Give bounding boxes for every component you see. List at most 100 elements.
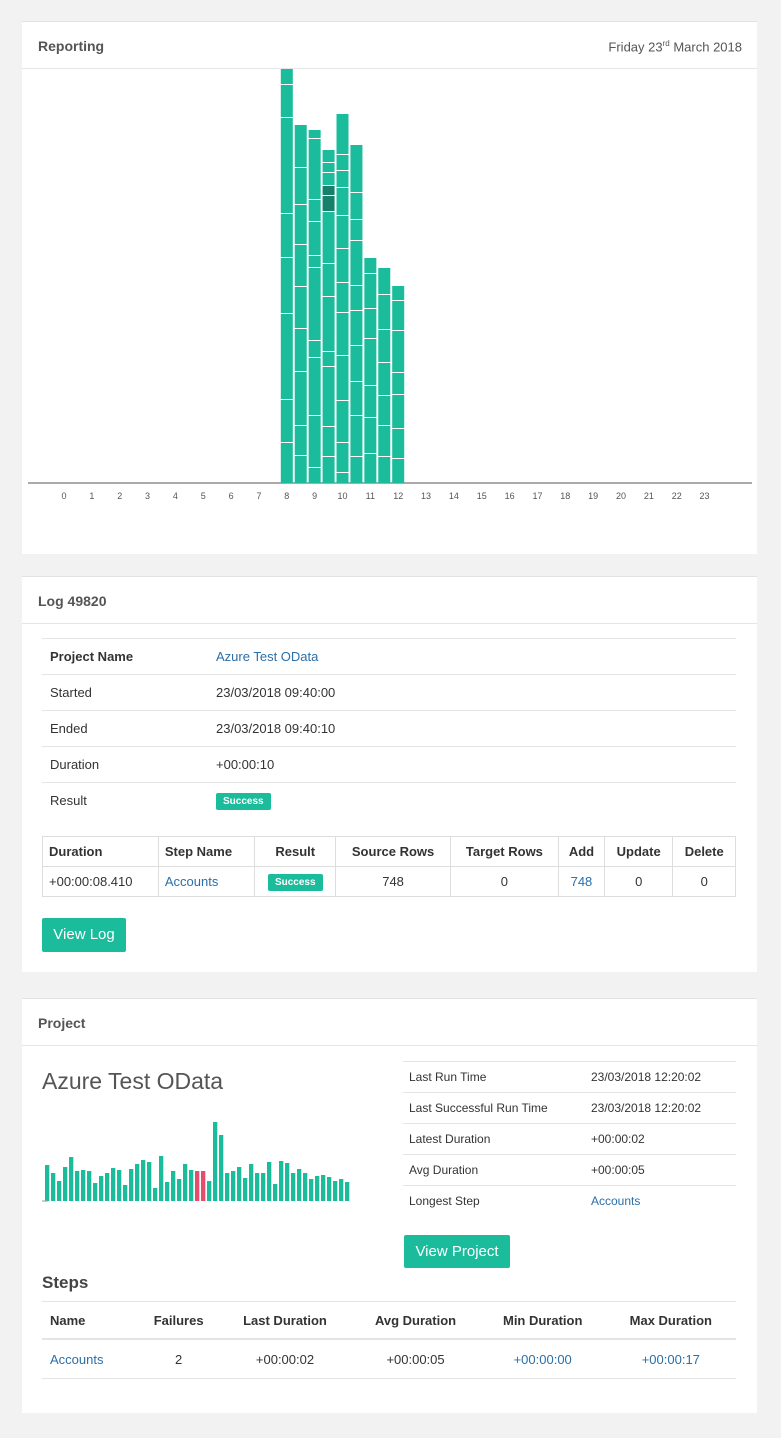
run-segment-bar[interactable] [308,130,321,138]
run-segment-bar[interactable] [378,396,391,425]
run-segment-bar[interactable] [364,309,377,338]
step-name-link[interactable]: Accounts [165,874,218,889]
max-duration-link[interactable]: +00:00:17 [642,1352,700,1367]
run-segment-bar[interactable] [364,274,377,308]
run-segment-bar[interactable] [350,193,363,219]
spark-bar [177,1179,182,1201]
project-name-link[interactable]: Azure Test OData [216,649,318,664]
run-segment-bar[interactable] [280,258,293,313]
run-segment-bar[interactable] [280,214,293,257]
run-segment-bar[interactable] [378,268,391,294]
run-segment-bar[interactable] [378,363,391,395]
step-add-link[interactable]: 748 [571,874,593,889]
spark-bar [81,1170,86,1201]
run-segment-bar[interactable] [322,264,335,296]
run-segment-bar[interactable] [392,395,405,428]
run-segment-bar[interactable] [294,456,307,483]
run-segment-bar[interactable] [308,341,321,357]
run-segment-bar[interactable] [294,287,307,328]
run-segment-bar[interactable] [336,443,349,472]
run-segment-bar[interactable] [322,150,335,162]
log-detail-row: Ended 23/03/2018 09:40:10 [42,710,736,747]
x-tick-label: 8 [284,491,289,501]
run-segment-bar[interactable] [322,212,335,263]
run-segment-bar[interactable] [322,297,335,351]
run-segment-bar[interactable] [350,457,363,483]
run-segment-bar[interactable] [294,205,307,244]
run-segment-bar[interactable] [294,329,307,371]
run-segment-bar[interactable] [392,331,405,372]
run-segment-bar[interactable] [378,457,391,483]
run-segment-bar[interactable] [280,85,293,117]
run-segment-bar[interactable] [280,443,293,483]
run-segment-bar[interactable] [308,416,321,467]
run-segment-bar[interactable] [322,186,335,195]
run-segment-bar[interactable] [294,125,307,167]
run-segment-bar[interactable] [364,258,377,273]
min-duration-link[interactable]: +00:00:00 [514,1352,572,1367]
run-segment-bar[interactable] [336,401,349,442]
run-segment-bar[interactable] [336,283,349,312]
run-segment-bar[interactable] [308,222,321,255]
run-segment-bar[interactable] [280,69,293,84]
run-segment-bar[interactable] [392,373,405,394]
run-segment-bar[interactable] [364,339,377,385]
step-accounts-link[interactable]: Accounts [50,1352,103,1367]
run-segment-bar[interactable] [322,457,335,483]
run-segment-bar[interactable] [308,256,321,267]
project-header: Project [22,999,757,1046]
run-segment-bar[interactable] [392,429,405,458]
run-segment-bar[interactable] [350,311,363,345]
view-log-button[interactable]: View Log [42,918,126,952]
run-segment-bar[interactable] [336,155,349,170]
run-segment-bar[interactable] [322,196,335,211]
run-segment-bar[interactable] [350,286,363,310]
run-segment-bar[interactable] [336,216,349,248]
run-segment-bar[interactable] [336,114,349,154]
run-segment-bar[interactable] [322,163,335,172]
run-segment-bar[interactable] [378,295,391,329]
run-segment-bar[interactable] [392,301,405,330]
run-segment-bar[interactable] [336,473,349,483]
run-segment-bar[interactable] [294,426,307,455]
run-segment-bar[interactable] [308,139,321,199]
run-segment-bar[interactable] [322,427,335,456]
col-delete: Delete [672,836,736,867]
longest-step-link[interactable]: Accounts [591,1194,640,1208]
run-segment-bar[interactable] [280,400,293,442]
run-segment-bar[interactable] [322,352,335,366]
run-segment-bar[interactable] [336,356,349,400]
run-segment-bar[interactable] [308,358,321,415]
run-segment-bar[interactable] [294,168,307,204]
run-segment-bar[interactable] [336,171,349,187]
run-segment-bar[interactable] [336,188,349,215]
run-segment-bar[interactable] [364,386,377,417]
run-segment-bar[interactable] [294,245,307,286]
run-segment-bar[interactable] [350,241,363,285]
spark-bar [189,1170,194,1201]
run-segment-bar[interactable] [280,314,293,399]
run-segment-bar[interactable] [336,313,349,355]
run-segment-bar[interactable] [350,382,363,415]
run-segment-bar[interactable] [350,416,363,456]
run-segment-bar[interactable] [322,173,335,185]
col-min-duration: Min Duration [479,1301,606,1340]
run-segment-bar[interactable] [364,454,377,483]
run-segment-bar[interactable] [322,367,335,426]
run-segment-bar[interactable] [294,372,307,425]
run-segment-bar[interactable] [280,118,293,213]
col-update: Update [603,836,674,867]
run-segment-bar[interactable] [350,346,363,381]
run-segment-bar[interactable] [392,286,405,300]
run-segment-bar[interactable] [392,459,405,483]
run-segment-bar[interactable] [350,220,363,240]
run-segment-bar[interactable] [308,200,321,221]
run-segment-bar[interactable] [364,418,377,453]
run-segment-bar[interactable] [350,145,363,192]
run-segment-bar[interactable] [308,468,321,483]
run-segment-bar[interactable] [378,426,391,456]
view-project-button[interactable]: View Project [404,1235,510,1268]
run-segment-bar[interactable] [308,268,321,340]
run-segment-bar[interactable] [378,330,391,362]
run-segment-bar[interactable] [336,249,349,282]
